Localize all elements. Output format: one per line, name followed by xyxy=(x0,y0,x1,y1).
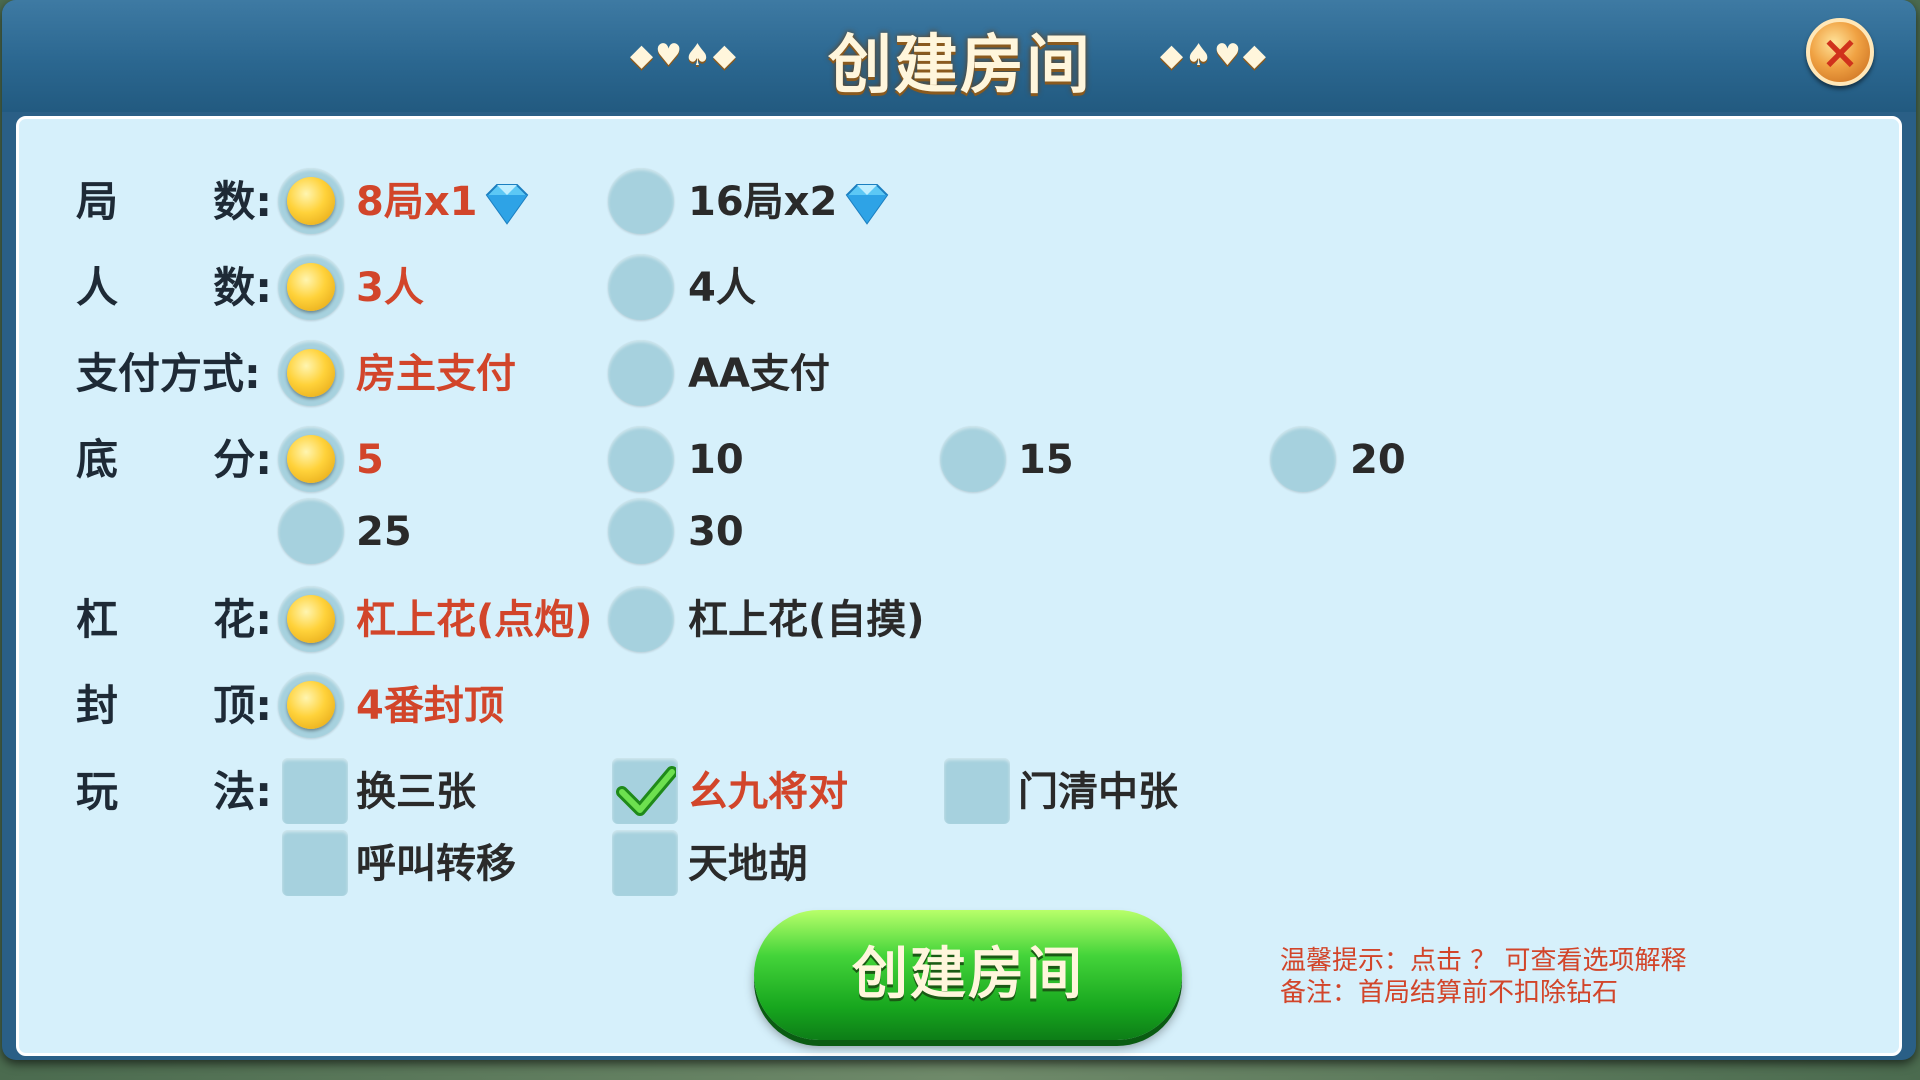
radio-payment-aa[interactable] xyxy=(608,340,674,406)
option-score-25[interactable]: 25 xyxy=(356,502,412,562)
close-icon: × xyxy=(1820,25,1860,79)
option-payment-aa[interactable]: AA支付 xyxy=(688,344,830,404)
suit-decoration-right: ◆♠♥◆ xyxy=(1160,38,1268,73)
radio-players-4[interactable] xyxy=(608,254,674,320)
dialog-title: 创建房间 xyxy=(828,29,1092,103)
radio-ganghua-dianpao[interactable] xyxy=(278,586,344,652)
radio-score-15[interactable] xyxy=(940,426,1006,492)
label-rules: 玩法: xyxy=(76,767,272,816)
option-score-5[interactable]: 5 xyxy=(356,430,384,490)
radio-score-20[interactable] xyxy=(1270,426,1336,492)
option-score-15[interactable]: 15 xyxy=(1018,430,1074,490)
option-ganghua-dianpao[interactable]: 杠上花(点炮) xyxy=(356,590,593,650)
radio-score-10[interactable] xyxy=(608,426,674,492)
option-hu-jiao-zhuan-yi[interactable]: 呼叫转移 xyxy=(356,834,516,894)
radio-rounds-8[interactable] xyxy=(278,168,344,234)
option-tian-di-hu[interactable]: 天地胡 xyxy=(688,834,808,894)
label-players: 人数: xyxy=(76,263,272,312)
option-men-qing-zhong-zhang[interactable]: 门清中张 xyxy=(1018,762,1178,822)
option-yao-jiu-jiang-dui[interactable]: 幺九将对 xyxy=(688,762,848,822)
option-huan-san-zhang[interactable]: 换三张 xyxy=(356,762,476,822)
radio-cap-4[interactable] xyxy=(278,672,344,738)
option-score-30[interactable]: 30 xyxy=(688,502,744,562)
label-payment: 支付方式: xyxy=(76,349,261,398)
option-score-20[interactable]: 20 xyxy=(1350,430,1406,490)
radio-ganghua-zimo[interactable] xyxy=(608,586,674,652)
option-payment-owner[interactable]: 房主支付 xyxy=(356,344,516,404)
option-score-10[interactable]: 10 xyxy=(688,430,744,490)
option-cap-4[interactable]: 4番封顶 xyxy=(356,676,504,736)
create-room-button[interactable]: 创建房间 xyxy=(754,910,1182,1040)
check-icon xyxy=(616,766,676,816)
radio-score-5[interactable] xyxy=(278,426,344,492)
option-players-4[interactable]: 4人 xyxy=(688,258,756,318)
radio-payment-owner[interactable] xyxy=(278,340,344,406)
label-rounds: 局数: xyxy=(76,177,272,226)
radio-score-25[interactable] xyxy=(278,498,344,564)
radio-rounds-16[interactable] xyxy=(608,168,674,234)
option-rounds-8[interactable]: 8局x1 xyxy=(356,172,533,232)
diamond-icon xyxy=(486,184,529,225)
option-players-3[interactable]: 3人 xyxy=(356,258,424,318)
checkbox-tian-di-hu[interactable] xyxy=(612,830,678,896)
label-base-score: 底分: xyxy=(76,435,272,484)
radio-score-30[interactable] xyxy=(608,498,674,564)
checkbox-huan-san-zhang[interactable] xyxy=(282,758,348,824)
label-cap: 封顶: xyxy=(76,681,272,730)
radio-players-3[interactable] xyxy=(278,254,344,320)
option-rounds-16[interactable]: 16局x2 xyxy=(688,172,893,232)
option-ganghua-zimo[interactable]: 杠上花(自摸) xyxy=(688,590,925,650)
label-gang-hua: 杠花: xyxy=(76,595,272,644)
checkbox-men-qing-zhong-zhang[interactable] xyxy=(944,758,1010,824)
checkbox-yao-jiu-jiang-dui[interactable] xyxy=(612,758,678,824)
diamond-icon xyxy=(845,184,889,225)
tip-line-note: 备注：首局结算前不扣除钻石 xyxy=(1280,978,1619,1008)
close-button[interactable]: × xyxy=(1806,18,1874,86)
checkbox-hu-jiao-zhuan-yi[interactable] xyxy=(282,830,348,896)
